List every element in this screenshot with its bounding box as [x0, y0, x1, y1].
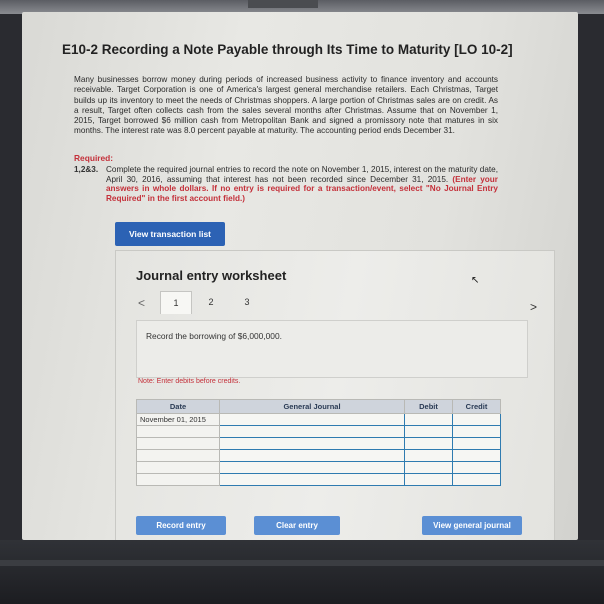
tab-2[interactable]: 2 — [204, 291, 218, 313]
debit-cell[interactable] — [404, 473, 453, 486]
account-cell[interactable] — [219, 425, 405, 438]
screen-bezel — [0, 540, 604, 604]
col-debit: Debit — [404, 399, 453, 414]
instruction-box: Record the borrowing of $6,000,000. — [136, 320, 528, 378]
instruction-text: Record the borrowing of $6,000,000. — [146, 331, 282, 341]
prev-arrow-icon[interactable]: < — [138, 296, 145, 310]
worksheet-title: Journal entry worksheet — [136, 268, 287, 283]
screen-edge — [0, 560, 604, 566]
credit-cell[interactable] — [452, 425, 501, 438]
journal-entry-worksheet: Journal entry worksheet ↖ < 1 2 3 > Reco… — [115, 250, 555, 542]
account-cell[interactable] — [219, 449, 405, 462]
table-row: November 01, 2015 — [136, 413, 501, 426]
date-cell — [136, 473, 220, 486]
date-cell — [136, 449, 220, 462]
credit-cell[interactable] — [452, 473, 501, 486]
view-general-journal-button[interactable]: View general journal — [422, 516, 522, 535]
table-row — [136, 449, 501, 462]
next-arrow-icon[interactable]: > — [530, 300, 537, 314]
table-row — [136, 425, 501, 438]
table-row — [136, 473, 501, 486]
date-cell — [136, 437, 220, 450]
journal-grid: Date General Journal Debit Credit Novemb… — [136, 399, 501, 486]
debit-cell[interactable] — [404, 461, 453, 474]
problem-description: Many businesses borrow money during peri… — [74, 75, 498, 136]
credit-cell[interactable] — [452, 449, 501, 462]
col-date: Date — [136, 399, 220, 414]
col-general-journal: General Journal — [219, 399, 405, 414]
date-cell: November 01, 2015 — [136, 413, 220, 426]
date-cell — [136, 425, 220, 438]
account-cell[interactable] — [219, 461, 405, 474]
debit-cell[interactable] — [404, 449, 453, 462]
credit-cell[interactable] — [452, 461, 501, 474]
col-credit: Credit — [452, 399, 501, 414]
table-row — [136, 461, 501, 474]
required-text: Complete the required journal entries to… — [106, 165, 498, 203]
note-text: Note: Enter debits before credits. — [138, 378, 241, 385]
mouse-cursor-icon: ↖ — [471, 275, 480, 286]
account-cell[interactable] — [219, 473, 405, 486]
debit-cell[interactable] — [404, 437, 453, 450]
record-entry-button[interactable]: Record entry — [136, 516, 226, 535]
credit-cell[interactable] — [452, 413, 501, 426]
required-heading: Required: — [74, 153, 114, 163]
assignment-page: E10-2 Recording a Note Payable through I… — [22, 12, 578, 542]
debit-cell[interactable] — [404, 425, 453, 438]
account-cell[interactable] — [219, 437, 405, 450]
debit-cell[interactable] — [404, 413, 453, 426]
clear-entry-button[interactable]: Clear entry — [254, 516, 340, 535]
required-instructions: Complete the required journal entries to… — [106, 165, 498, 184]
date-cell — [136, 461, 220, 474]
page-title: E10-2 Recording a Note Payable through I… — [62, 42, 513, 57]
credit-cell[interactable] — [452, 437, 501, 450]
browser-tab-edge — [248, 0, 318, 8]
view-transaction-list-button[interactable]: View transaction list — [115, 222, 225, 246]
tab-3[interactable]: 3 — [240, 291, 254, 313]
table-row — [136, 437, 501, 450]
tab-1[interactable]: 1 — [160, 291, 192, 314]
account-cell[interactable] — [219, 413, 405, 426]
required-number: 1,2&3. — [74, 165, 99, 174]
